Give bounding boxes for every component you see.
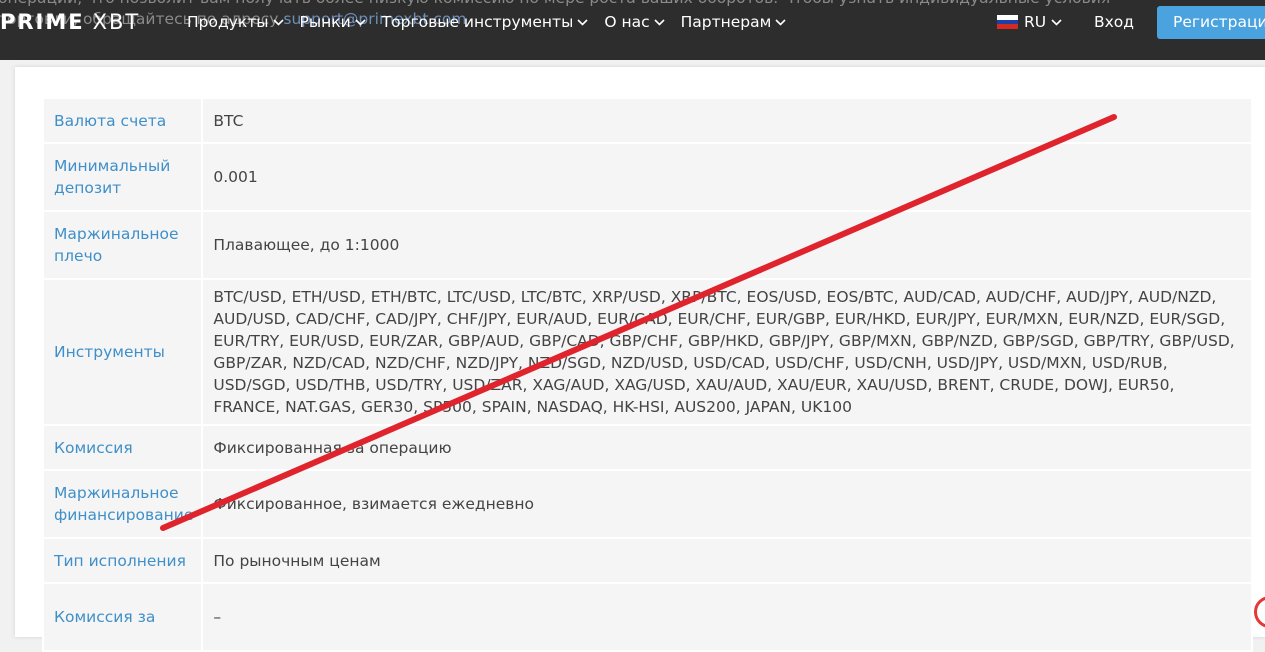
spec-label: Комиссия: [41, 424, 204, 471]
nav-item-label: Рынки: [299, 13, 351, 31]
spec-label: Минимальный депозит: [41, 142, 204, 212]
table-row: Комиссия Фиксированная за операцию: [41, 424, 1253, 471]
table-row: Комиссия за –: [41, 582, 1253, 652]
nav-item-label: Торговые инструменты: [381, 13, 574, 31]
nav-item-partners[interactable]: Партнерам: [681, 13, 787, 31]
table-row: Маржинальное финансирование Фиксированно…: [41, 469, 1253, 539]
account-specs-table: Валюта счета BTC Минимальный депозит 0.0…: [41, 97, 1253, 652]
spec-value: По рыночным ценам: [201, 537, 1253, 584]
table-row: Минимальный депозит 0.001: [41, 142, 1253, 212]
nav-item-label: О нас: [604, 13, 650, 31]
chevron-down-icon: [775, 18, 786, 26]
chevron-down-icon: [355, 18, 366, 26]
spec-value: Фиксированное, взимается ежедневно: [201, 469, 1253, 539]
main-nav: Продукты Рынки Торговые инструменты О на…: [187, 10, 802, 34]
chevron-down-icon: [654, 18, 665, 26]
nav-item-markets[interactable]: Рынки: [300, 13, 366, 31]
table-row: Маржинальное плечо Плавающее, до 1:1000: [41, 210, 1253, 280]
logo-xbt-text: XBT: [92, 10, 141, 34]
spec-value: Плавающее, до 1:1000: [201, 210, 1253, 280]
spec-value: BTC: [201, 97, 1253, 144]
prime-xbt-logo[interactable]: PRIME XBT: [0, 10, 140, 34]
spec-label: Инструменты: [41, 278, 204, 426]
logo-prime-text: PRIME: [0, 10, 85, 34]
table-row: Валюта счета BTC: [41, 97, 1253, 144]
language-code: RU: [1024, 13, 1047, 31]
table-row: Тип исполнения По рыночным ценам: [41, 537, 1253, 584]
russia-flag-icon: [997, 15, 1018, 30]
nav-item-label: Партнерам: [680, 13, 772, 31]
site-header: операций, что позволит вам получать боле…: [0, 0, 1265, 60]
register-button[interactable]: Регистрация: [1157, 6, 1265, 39]
underlying-text-line1: операций, что позволит вам получать боле…: [0, 0, 1263, 9]
spec-value: Фиксированная за операцию: [201, 424, 1253, 471]
spec-label: Маржинальное финансирование: [41, 469, 204, 539]
spec-label: Комиссия за: [41, 582, 204, 652]
nav-item-label: Продукты: [187, 13, 269, 31]
spec-value: BTC/USD, ETH/USD, ETH/BTC, LTC/USD, LTC/…: [201, 278, 1253, 426]
nav-item-trading-tools[interactable]: Торговые инструменты: [382, 13, 589, 31]
spec-label: Валюта счета: [41, 97, 204, 144]
nav-item-about[interactable]: О нас: [604, 13, 665, 31]
spec-value: –: [201, 582, 1253, 652]
chevron-down-icon: [577, 18, 588, 26]
spec-label: Тип исполнения: [41, 537, 204, 584]
spec-value: 0.001: [201, 142, 1253, 212]
language-selector[interactable]: RU: [997, 10, 1062, 34]
login-link[interactable]: Вход: [1094, 10, 1134, 34]
spec-label: Маржинальное плечо: [41, 210, 204, 280]
chevron-down-icon: [1051, 18, 1062, 26]
table-row: Инструменты BTC/USD, ETH/USD, ETH/BTC, L…: [41, 278, 1253, 426]
chevron-down-icon: [272, 18, 284, 26]
nav-item-products[interactable]: Продукты: [187, 13, 284, 31]
